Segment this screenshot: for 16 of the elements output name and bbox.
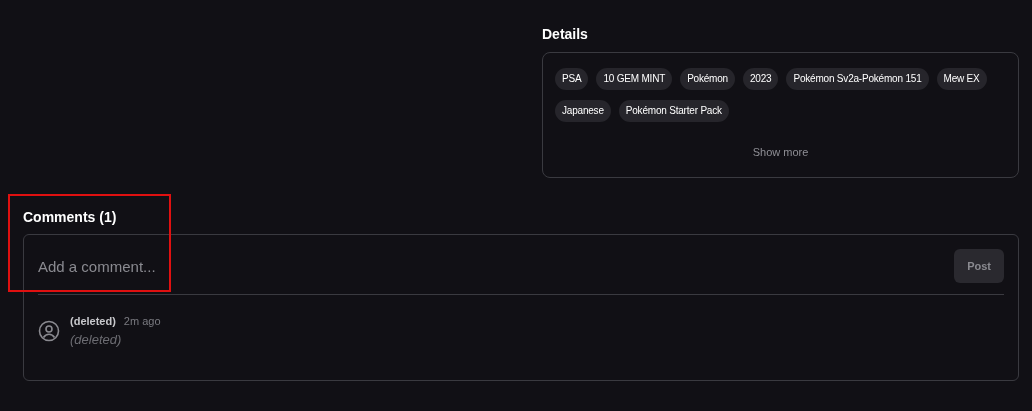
comment-input-field[interactable]: Add a comment...	[38, 253, 338, 279]
tag[interactable]: Japanese	[555, 100, 611, 122]
tag[interactable]: 10 GEM MINT	[596, 68, 673, 90]
details-heading: Details	[542, 26, 589, 42]
show-more-button[interactable]: Show more	[750, 144, 811, 160]
tag[interactable]: Pokémon Starter Pack	[618, 100, 729, 122]
tag[interactable]: Pokémon	[680, 68, 735, 90]
tag[interactable]: 2023	[743, 68, 779, 90]
comments-heading: Comments (1)	[23, 209, 118, 225]
comment-author: (deleted)	[70, 315, 116, 327]
user-icon	[38, 320, 60, 342]
comment-time: 2m ago	[123, 315, 161, 327]
tag[interactable]: Mew EX	[936, 68, 987, 90]
comment-text: (deleted)	[70, 332, 123, 347]
tag[interactable]: PSA	[555, 68, 589, 90]
tag[interactable]: Pokémon Sv2a-Pokémon 151	[786, 68, 929, 90]
